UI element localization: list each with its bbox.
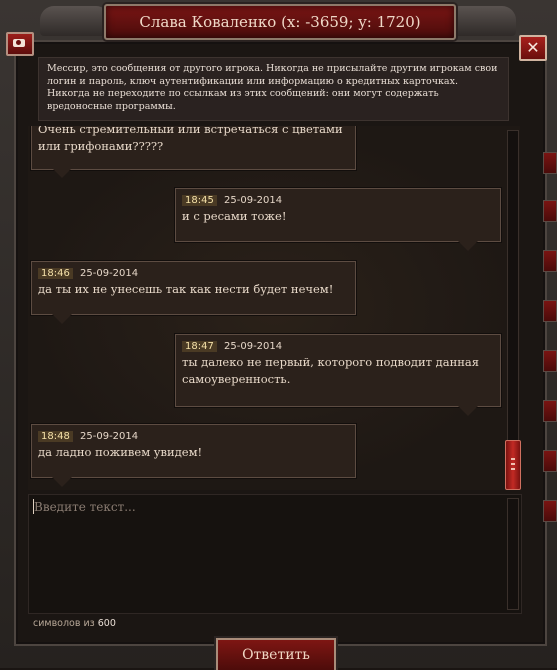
message-tail <box>458 406 478 416</box>
message-date: 25-09-2014 <box>224 195 283 206</box>
side-tab[interactable] <box>543 450 557 472</box>
message-meta: 18:46 25-09-2014 <box>38 268 138 279</box>
grip-icon <box>511 468 515 470</box>
message-incoming: 18:46 25-09-2014 да ты их не унесешь так… <box>31 261 356 315</box>
grip-icon <box>511 458 515 460</box>
message-time: 18:48 <box>38 431 73 442</box>
close-button[interactable]: ✕ <box>519 35 547 61</box>
message-date: 25-09-2014 <box>80 431 139 442</box>
side-tab[interactable] <box>543 400 557 422</box>
close-icon: ✕ <box>526 38 540 57</box>
input-scrollbar[interactable] <box>507 498 519 610</box>
grip-icon <box>511 463 515 465</box>
screenshot-button[interactable] <box>6 32 34 56</box>
message-tail <box>52 314 72 324</box>
message-input[interactable]: Введите текст... <box>28 494 522 614</box>
security-warning: Мессир, это сообщения от другого игрока.… <box>38 57 509 121</box>
message-tail <box>52 168 72 178</box>
message-text: да ладно поживем увидем! <box>38 445 203 459</box>
window-title: Слава Коваленко (x: -3659; y: 1720) <box>104 4 456 40</box>
message-text: Очень стремительный или встречаться с цв… <box>38 126 343 153</box>
message-meta: 18:47 25-09-2014 <box>182 341 282 352</box>
input-placeholder: Введите текст... <box>34 500 136 514</box>
message-outgoing: 18:47 25-09-2014 ты далеко не первый, ко… <box>175 334 501 407</box>
scrollbar-thumb[interactable] <box>505 440 521 490</box>
window-frame: Слава Коваленко (x: -3659; y: 1720) ✕ Ме… <box>0 0 557 670</box>
message-outgoing: 18:45 25-09-2014 и с ресами тоже! <box>175 188 501 242</box>
message-time: 18:46 <box>38 268 73 279</box>
reply-button[interactable]: Ответить <box>216 638 336 670</box>
message-scrollbar[interactable] <box>507 130 519 488</box>
message-date: 25-09-2014 <box>80 268 139 279</box>
side-tab[interactable] <box>543 200 557 222</box>
side-tab[interactable] <box>543 300 557 322</box>
title-ornament-right <box>446 6 516 36</box>
camera-icon <box>13 39 25 47</box>
character-counter: символов из 600 <box>33 618 116 629</box>
message-tail <box>458 241 478 251</box>
message-incoming: 18:48 25-09-2014 да ладно поживем увидем… <box>31 424 356 478</box>
message-list[interactable]: Очень стремительный или встречаться с цв… <box>28 126 520 490</box>
message-text: да ты их не унесешь так как нести будет … <box>38 282 334 296</box>
title-ornament-left <box>40 6 110 36</box>
message-meta: 18:45 25-09-2014 <box>182 195 282 206</box>
message-tail <box>52 477 72 487</box>
side-tab[interactable] <box>543 500 557 522</box>
message-incoming: Очень стремительный или встречаться с цв… <box>31 126 356 170</box>
side-tab[interactable] <box>543 152 557 174</box>
message-time: 18:47 <box>182 341 217 352</box>
message-date: 25-09-2014 <box>224 341 283 352</box>
message-text: ты далеко не первый, которого подводит д… <box>182 355 480 386</box>
counter-max: 600 <box>97 618 116 629</box>
message-meta: 18:48 25-09-2014 <box>38 431 138 442</box>
side-tab[interactable] <box>543 250 557 272</box>
side-tab[interactable] <box>543 350 557 372</box>
message-time: 18:45 <box>182 195 217 206</box>
counter-label: символов из <box>33 618 95 629</box>
message-text: и с ресами тоже! <box>182 209 287 223</box>
